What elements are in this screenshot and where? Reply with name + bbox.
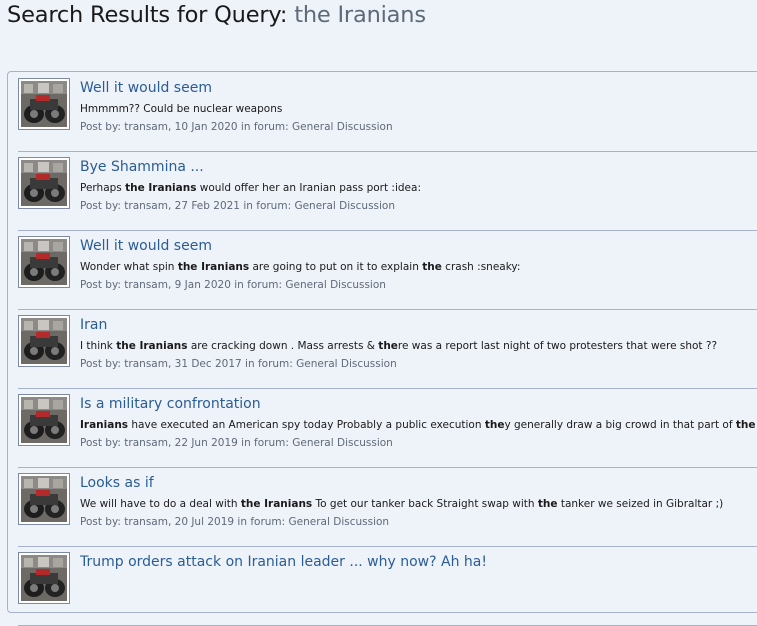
forum-link[interactable]: General Discussion: [289, 516, 390, 528]
result-snippet: Iranians have executed an American spy t…: [80, 419, 757, 431]
result-title-link[interactable]: Iran: [80, 317, 107, 333]
snippet-text: re was a report last night of two protes…: [398, 340, 717, 352]
result-title-link[interactable]: Looks as if: [80, 475, 154, 491]
query-highlight: the Iranians: [125, 182, 196, 194]
list-item: Iran I think the Iranians are cracking do…: [18, 309, 757, 389]
result-title-link[interactable]: Well it would seem: [80, 80, 212, 96]
snippet-text: Perhaps: [80, 182, 125, 194]
forum-link[interactable]: General Discussion: [292, 121, 393, 133]
meta-label: in forum:: [242, 358, 296, 370]
avatar[interactable]: [18, 552, 70, 604]
meta-label: Post by:: [80, 200, 124, 212]
meta-label: Post by:: [80, 516, 124, 528]
snippet-text: crash :sneaky:: [442, 261, 521, 273]
query-highlight: Iranians: [80, 419, 128, 431]
author-link[interactable]: transam: [124, 516, 168, 528]
snippet-text: To get our tanker back Straight swap wit…: [312, 498, 538, 510]
result-snippet: We will have to do a deal with the Irani…: [80, 498, 723, 510]
author-link[interactable]: transam: [124, 200, 168, 212]
forum-link[interactable]: General Discussion: [285, 279, 386, 291]
query-highlight: the: [422, 261, 442, 273]
list-item: Well it would seem Wonder what spin the I…: [18, 230, 757, 310]
snippet-text: tanker we seized in Gibraltar ;): [558, 498, 724, 510]
result-snippet: Wonder what spin the Iranians are going …: [80, 261, 520, 273]
avatar[interactable]: [18, 394, 70, 446]
query-highlight: the Iranians: [116, 340, 187, 352]
query-highlight: the Iranians: [241, 498, 312, 510]
meta-label: Post by:: [80, 121, 124, 133]
avatar[interactable]: [18, 236, 70, 288]
post-date: 22 Jun 2019: [175, 437, 238, 449]
avatar[interactable]: [18, 78, 70, 130]
author-link[interactable]: transam: [124, 121, 168, 133]
post-date: 31 Dec 2017: [175, 358, 242, 370]
result-title-link[interactable]: Well it would seem: [80, 238, 212, 254]
avatar[interactable]: [18, 473, 70, 525]
result-title-link[interactable]: Bye Shammina ...: [80, 159, 204, 175]
post-date: 20 Jul 2019: [175, 516, 234, 528]
result-meta: Post by: transam, 20 Jul 2019 in forum: …: [80, 516, 389, 528]
post-date: 10 Jan 2020: [175, 121, 238, 133]
list-item: Bye Shammina ... Perhaps the Iranians wou…: [18, 151, 757, 231]
list-item: Trump orders attack on Iranian leader ..…: [18, 546, 757, 626]
page-title-prefix: Search Results for Query:: [7, 2, 294, 28]
forum-link[interactable]: General Discussion: [294, 200, 395, 212]
result-title-link[interactable]: Trump orders attack on Iranian leader ..…: [80, 554, 487, 570]
result-meta: Post by: transam, 27 Feb 2021 in forum: …: [80, 200, 395, 212]
snippet-text: Wonder what spin: [80, 261, 178, 273]
result-snippet: Hmmmm?? Could be nuclear weapons: [80, 103, 282, 115]
meta-label: in forum:: [234, 516, 288, 528]
query-highlight: the Iranians: [178, 261, 249, 273]
result-meta: Post by: transam, 9 Jan 2020 in forum: G…: [80, 279, 386, 291]
author-link[interactable]: transam: [124, 358, 168, 370]
meta-label: Post by:: [80, 279, 124, 291]
result-meta: Post by: transam, 31 Dec 2017 in forum: …: [80, 358, 397, 370]
result-snippet: Perhaps the Iranians would offer her an …: [80, 182, 421, 194]
meta-label: in forum:: [240, 200, 294, 212]
snippet-text: Hmmmm?? Could be nuclear weapons: [80, 103, 282, 115]
avatar[interactable]: [18, 157, 70, 209]
snippet-text: I think: [80, 340, 116, 352]
search-query: the Iranians: [294, 2, 426, 28]
meta-label: in forum:: [238, 437, 292, 449]
list-item: Looks as if We will have to do a deal wit…: [18, 467, 757, 547]
forum-link[interactable]: General Discussion: [296, 358, 397, 370]
author-link[interactable]: transam: [124, 437, 168, 449]
result-snippet: I think the Iranians are cracking down .…: [80, 340, 717, 352]
list-item: Well it would seem Hmmmm?? Could be nucle…: [18, 72, 757, 152]
snippet-text: are cracking down . Mass arrests &: [188, 340, 379, 352]
result-title-link[interactable]: Is a military confrontation: [80, 396, 261, 412]
avatar[interactable]: [18, 315, 70, 367]
page-title: Search Results for Query: the Iranians: [7, 2, 426, 28]
query-highlight: the: [378, 340, 398, 352]
author-link[interactable]: transam: [124, 279, 168, 291]
meta-label: Post by:: [80, 358, 124, 370]
query-highlight: the: [736, 419, 756, 431]
post-date: 9 Jan 2020: [175, 279, 231, 291]
meta-label: in forum:: [238, 121, 292, 133]
snippet-text: are going to put on it to explain: [249, 261, 422, 273]
post-date: 27 Feb 2021: [175, 200, 240, 212]
meta-label: Post by:: [80, 437, 124, 449]
list-item: Is a military confrontation Iranians have…: [18, 388, 757, 468]
snippet-text: would offer her an Iranian pass port :id…: [196, 182, 421, 194]
query-highlight: the: [485, 419, 505, 431]
meta-label: in forum:: [231, 279, 285, 291]
forum-link[interactable]: General Discussion: [292, 437, 393, 449]
result-meta: Post by: transam, 22 Jun 2019 in forum: …: [80, 437, 393, 449]
snippet-text: have executed an American spy today Prob…: [128, 419, 485, 431]
snippet-text: y generally draw a big crowd in that par…: [504, 419, 735, 431]
result-meta: Post by: transam, 10 Jan 2020 in forum: …: [80, 121, 393, 133]
results-panel: Well it would seem Hmmmm?? Could be nucle…: [7, 71, 757, 613]
snippet-text: We will have to do a deal with: [80, 498, 241, 510]
query-highlight: the: [538, 498, 558, 510]
